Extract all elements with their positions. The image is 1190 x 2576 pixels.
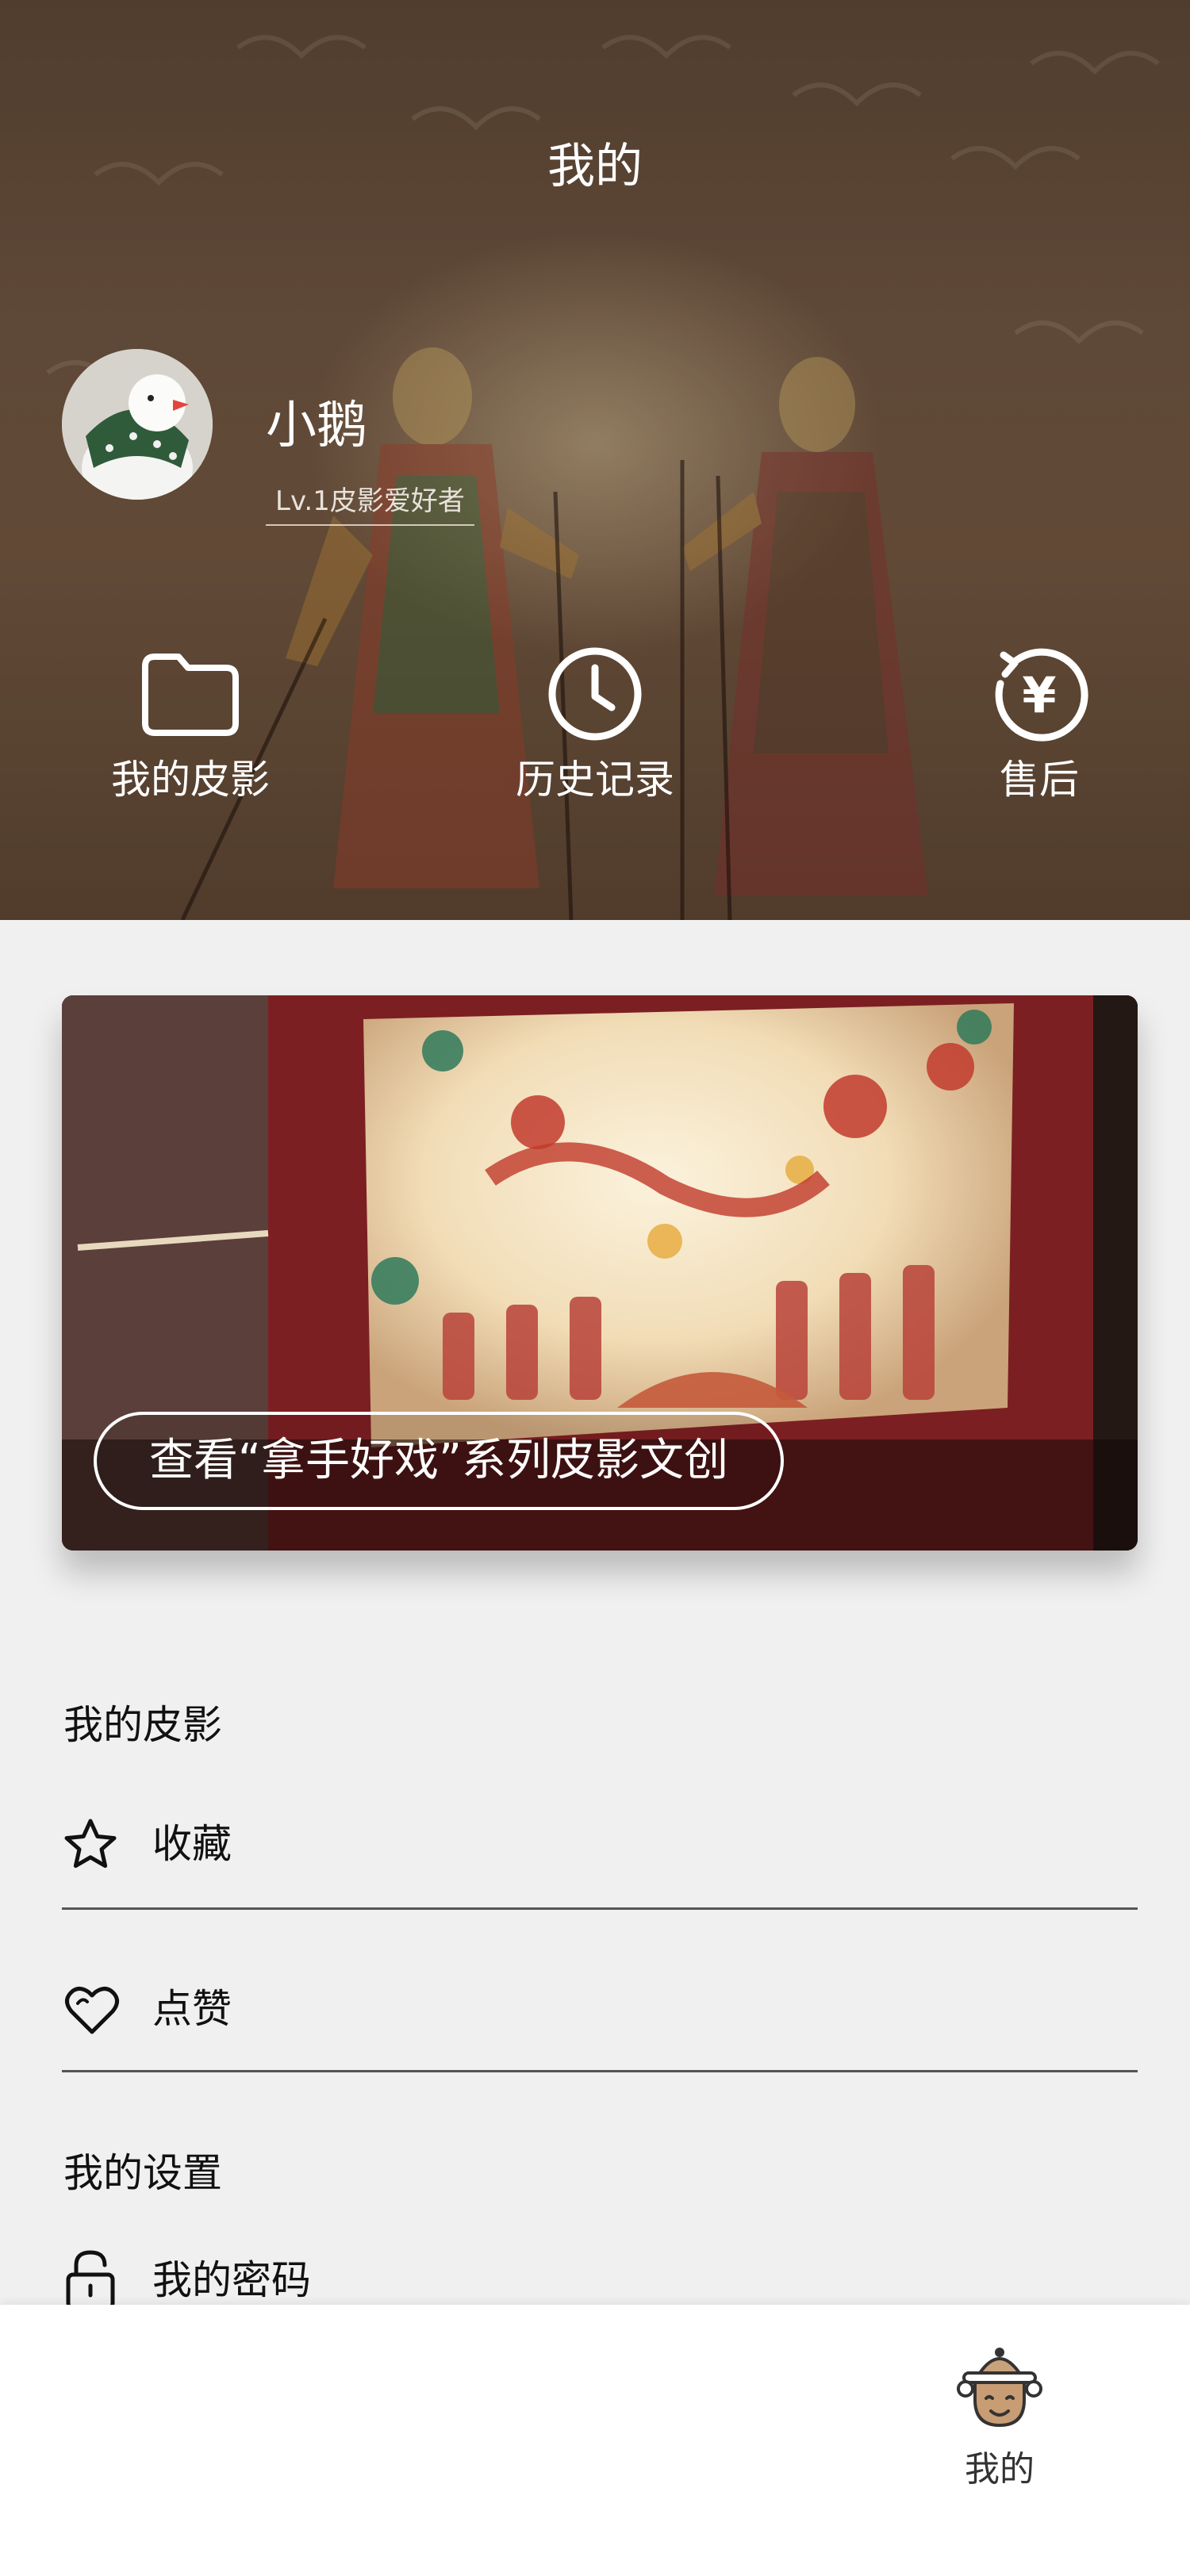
quick-action-after-sales[interactable]: ¥ 售后	[976, 648, 1103, 807]
folder-icon	[142, 654, 239, 736]
section-title-my-shadow: 我的皮影	[63, 1702, 222, 1748]
view-series-button[interactable]: 查看“拿手好戏”系列皮影文创	[94, 1412, 784, 1510]
profile-header: 我的 小鹅 Lv.1皮影爱好者 我的皮影 历史记录 ¥ 售后	[0, 0, 1190, 920]
quick-action-label: 售后	[1000, 757, 1079, 803]
refund-icon: ¥	[995, 648, 1088, 742]
user-level-badge: Lv.1皮影爱好者	[266, 481, 474, 526]
divider	[62, 1907, 1138, 1910]
clock-icon	[548, 647, 642, 741]
list-item-label: 点赞	[152, 1986, 232, 2032]
heart-icon	[65, 1987, 119, 2034]
list-item-likes[interactable]: 点赞	[62, 1949, 1138, 2076]
tab-mine[interactable]: 我的	[932, 2336, 1067, 2494]
lock-icon	[66, 2250, 115, 2310]
list-item-favorites[interactable]: 收藏	[62, 1784, 1138, 1911]
avatar[interactable]	[62, 349, 213, 500]
puppet-face-icon	[957, 2348, 1042, 2428]
quick-action-label: 历史记录	[516, 757, 674, 803]
bottom-tab-bar: 我的	[0, 2305, 1190, 2576]
username: 小鹅	[266, 397, 367, 455]
tab-label: 我的	[965, 2449, 1035, 2490]
svg-text:¥: ¥	[1022, 666, 1056, 724]
list-item-label: 我的密码	[152, 2257, 311, 2303]
page-title: 我的	[547, 139, 643, 194]
divider	[62, 2070, 1138, 2072]
promo-banner[interactable]: 查看“拿手好戏”系列皮影文创	[62, 995, 1138, 1551]
bird-avatar-icon	[62, 349, 213, 500]
list-item-label: 收藏	[152, 1821, 232, 1867]
quick-action-my-shadow[interactable]: 我的皮影	[103, 650, 278, 807]
section-title-settings: 我的设置	[63, 2150, 222, 2196]
quick-action-history[interactable]: 历史记录	[500, 647, 690, 807]
star-icon	[64, 1819, 117, 1869]
quick-action-label: 我的皮影	[111, 757, 270, 803]
